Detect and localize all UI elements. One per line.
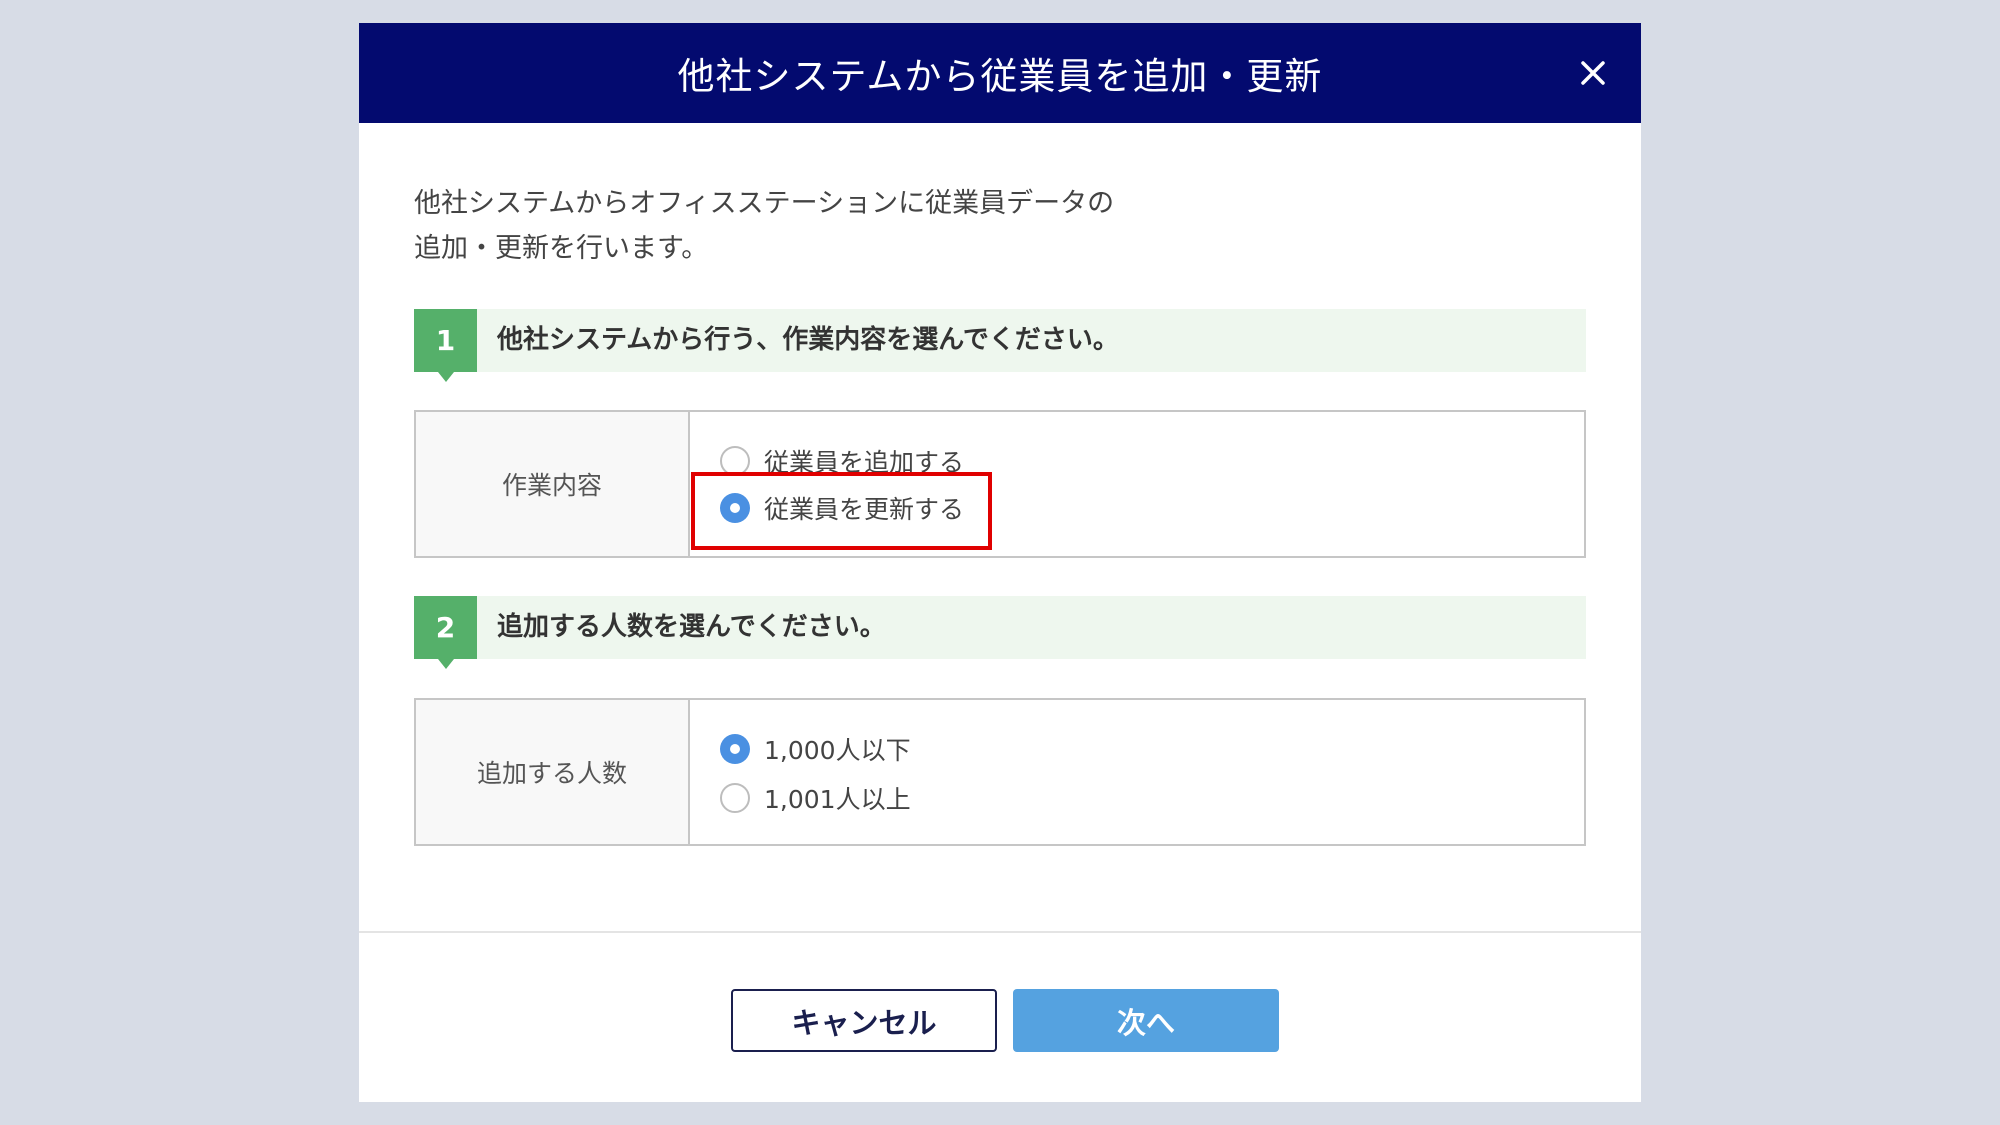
step-1-badge: 1: [414, 309, 477, 382]
headcount-options: 1,000人以下 1,001人以上: [690, 700, 1584, 844]
radio-update-employees[interactable]: 従業員を更新する: [720, 490, 964, 526]
headcount-label: 追加する人数: [416, 700, 690, 844]
radio-label: 1,000人以下: [764, 736, 911, 765]
cancel-button[interactable]: キャンセル: [731, 989, 997, 1052]
radio-label: 従業員を追加する: [764, 448, 965, 477]
radio-1001-or-more[interactable]: 1,001人以上: [720, 780, 911, 816]
step-2-heading: 2 追加する人数を選んでください。: [414, 596, 1586, 669]
dialog-title: 他社システムから従業員を追加・更新: [677, 55, 1323, 98]
dialog-description: 他社システムからオフィスステーションに従業員データの 追加・更新を行います。: [414, 181, 1414, 271]
work-type-label: 作業内容: [416, 412, 690, 556]
radio-button[interactable]: [720, 783, 750, 813]
description-line-2: 追加・更新を行います。: [414, 233, 709, 264]
radio-button[interactable]: [720, 446, 750, 476]
next-button[interactable]: 次へ: [1013, 989, 1279, 1052]
step-1-heading: 1 他社システムから行う、作業内容を選んでください。: [414, 309, 1586, 382]
radio-add-employees[interactable]: 従業員を追加する: [720, 443, 964, 479]
radio-button-selected[interactable]: [720, 493, 750, 523]
work-type-options: 従業員を追加する 従業員を更新する: [690, 412, 1584, 556]
step-2-badge: 2: [414, 596, 477, 669]
description-line-1: 他社システムからオフィスステーションに従業員データの: [414, 188, 1115, 219]
radio-label: 1,001人以上: [764, 785, 911, 814]
work-type-field: 作業内容 従業員を追加する 従業員を更新する: [414, 410, 1586, 558]
radio-label: 従業員を更新する: [764, 495, 965, 524]
headcount-field: 追加する人数 1,000人以下 1,001人以上: [414, 698, 1586, 846]
close-icon[interactable]: [1575, 55, 1611, 91]
footer-divider: [359, 931, 1641, 933]
step-1-label: 他社システムから行う、作業内容を選んでください。: [497, 325, 1119, 355]
step-2-label: 追加する人数を選んでください。: [497, 612, 886, 642]
dialog-header: 他社システムから従業員を追加・更新: [359, 23, 1641, 123]
radio-button-selected[interactable]: [720, 734, 750, 764]
import-employees-dialog: 他社システムから従業員を追加・更新 他社システムからオフィスステーションに従業員…: [359, 23, 1641, 1102]
radio-1000-or-less[interactable]: 1,000人以下: [720, 731, 911, 767]
